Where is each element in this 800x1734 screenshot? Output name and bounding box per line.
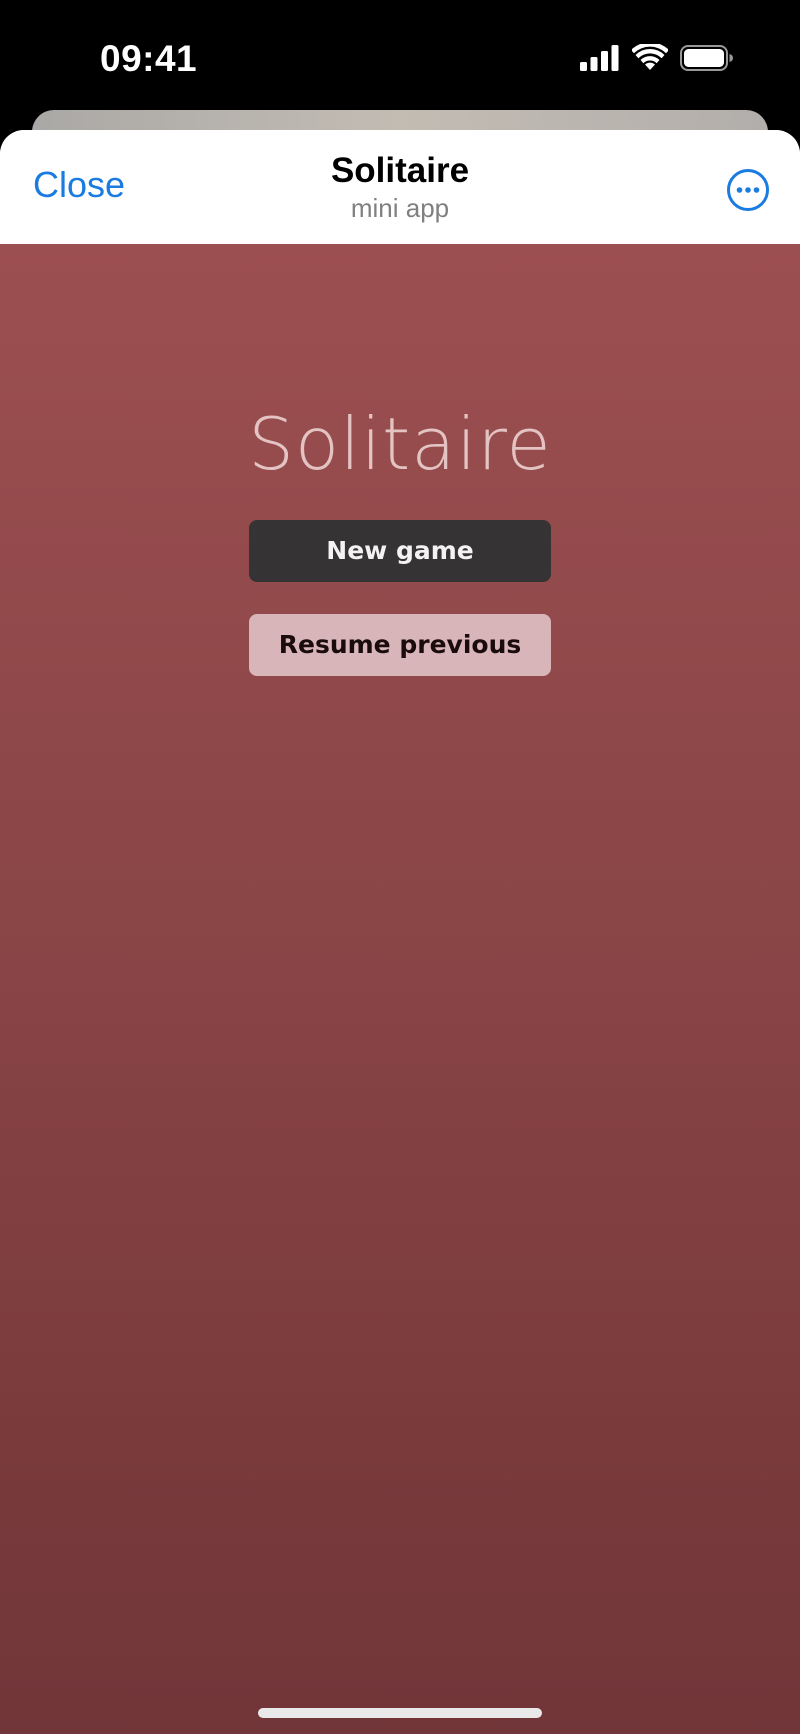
wifi-icon <box>632 44 668 71</box>
home-indicator[interactable] <box>258 1708 542 1718</box>
mini-app-sheet: Close Solitaire mini app Solitaire New g… <box>0 130 800 1734</box>
status-time: 09:41 <box>100 38 198 79</box>
new-game-button[interactable]: New game <box>249 520 551 582</box>
header-titles: Solitaire mini app <box>0 150 800 224</box>
game-title: Solitaire <box>248 402 552 486</box>
cellular-signal-icon <box>580 44 620 71</box>
status-bar: 09:41 <box>0 0 800 110</box>
header-subtitle: mini app <box>350 193 450 223</box>
sheet-header: Close Solitaire mini app <box>0 130 800 244</box>
game-area: Solitaire New game Resume previous <box>0 244 800 1734</box>
resume-previous-button[interactable]: Resume previous <box>249 614 551 676</box>
phone-screen: 09:41 Close Solitaire mini app Solitaire… <box>0 0 800 1734</box>
battery-icon <box>680 44 734 71</box>
status-icons <box>580 44 734 71</box>
header-title: Solitaire <box>330 151 470 190</box>
ellipsis-circle-icon[interactable] <box>726 168 770 212</box>
